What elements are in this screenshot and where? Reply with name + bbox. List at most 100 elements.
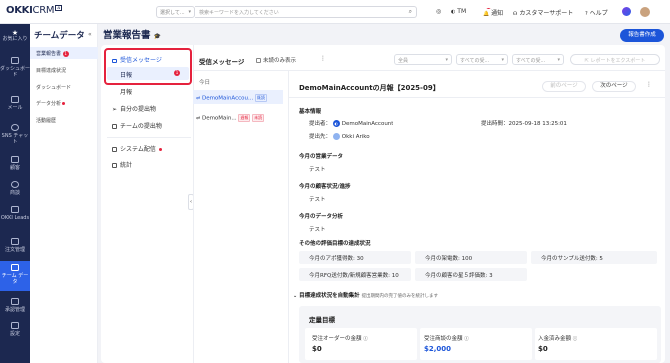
- auto-summary-toggle[interactable]: ⌄ 目標達成状況を自動集計 提出期間内の完了値のみを統計します: [293, 291, 438, 299]
- settings-sliders-icon: [11, 322, 19, 329]
- sidebar-title: チームデータ: [34, 31, 85, 41]
- menu-team-submissions[interactable]: チームの提出物: [112, 121, 162, 130]
- recipient-row: 提出先： Okki Ariko: [309, 133, 370, 140]
- export-report-button[interactable]: ⇱ レポートをエクスポート: [570, 54, 660, 65]
- avatar: ◐: [332, 120, 340, 127]
- section-heading: 今月の顧客状況/進捗: [299, 184, 351, 190]
- avatar: [332, 133, 340, 140]
- user-avatar[interactable]: [640, 7, 650, 17]
- nav-favorites[interactable]: ★ お気に入り: [0, 30, 30, 43]
- more-options-icon[interactable]: ⋮: [320, 55, 326, 62]
- search-scope-select[interactable]: 選択して... ▾: [156, 6, 195, 18]
- basic-info-heading: 基本情報: [299, 109, 322, 115]
- nav-mail[interactable]: メール: [0, 96, 30, 111]
- section-heading: 今月のデータ分析: [299, 214, 344, 220]
- list-item[interactable]: ⇌ DemoMainAccou... 既読: [193, 90, 283, 104]
- sidebar-item-goal-status[interactable]: 目標達成状況: [30, 64, 98, 76]
- chevron-down-icon: ▾: [188, 9, 191, 15]
- status-badge: 未読: [252, 114, 265, 122]
- eval-item: 今月の架電数: 100: [415, 251, 527, 264]
- page-title: 営業報告書 🎓: [103, 30, 162, 41]
- nav-dashboard[interactable]: ダッシュボード: [0, 57, 30, 78]
- approval-icon: [11, 298, 19, 305]
- sidebar-item-data-analysis[interactable]: データ分析: [30, 97, 98, 109]
- chart-icon: [112, 162, 117, 168]
- dashboard-icon: [11, 57, 19, 64]
- chevron-down-icon: ▾: [445, 57, 448, 63]
- notification-button[interactable]: 🔔1 通知: [483, 8, 503, 17]
- sidebar-item-dashboard[interactable]: ダッシュボード: [30, 81, 98, 93]
- kpi-card: [535, 328, 657, 360]
- next-page-button[interactable]: 次のページ: [592, 81, 636, 92]
- section-value: テスト: [309, 197, 326, 203]
- menu-my-submissions[interactable]: ➢ 自分の提出物: [112, 104, 156, 113]
- status-badge: 既読: [254, 94, 267, 102]
- kpi-label: 受注オーダーの金額 ⓘ: [312, 336, 368, 342]
- checkbox[interactable]: [256, 57, 261, 63]
- eval-item: 今月RFQ送付数/新規顧客営業数: 10: [299, 268, 411, 281]
- nav-customers[interactable]: 顧客: [0, 156, 30, 171]
- menu-system-delivery[interactable]: システム配信: [112, 144, 162, 153]
- search-input[interactable]: 検索キーワードを入力してください ⌕: [195, 6, 417, 18]
- new-dot: [62, 102, 66, 105]
- team-data-icon: [11, 264, 19, 271]
- headset-icon: ☊: [513, 11, 518, 17]
- highlight-annotation-box: [104, 48, 192, 85]
- type-badge: 週報: [238, 114, 251, 122]
- menu-monthly[interactable]: 月報: [120, 87, 132, 96]
- chevron-down-icon: ⌄: [293, 293, 298, 299]
- order-icon: [11, 238, 19, 245]
- nav-approvals[interactable]: 承認管理: [0, 298, 30, 313]
- unread-only-toggle[interactable]: 未読のみ表示: [256, 56, 296, 64]
- nav-settings[interactable]: 設定: [0, 322, 30, 337]
- header-divider: [193, 70, 665, 71]
- detail-divider: [289, 97, 665, 98]
- bell-icon: 🔔: [483, 11, 490, 17]
- customer-icon: [11, 156, 19, 163]
- submitter-row: 提出者： ◐ DemoMainAccount: [309, 120, 394, 127]
- team-switcher[interactable]: ◐ TM: [451, 8, 466, 15]
- list-header: 受信メッセージ: [199, 58, 245, 66]
- nav-orders[interactable]: 注文管理: [0, 238, 30, 253]
- prev-page-button[interactable]: 前のページ: [542, 81, 586, 92]
- sidebar-item-sales-report[interactable]: 営業報告書 1: [30, 47, 98, 59]
- settings-icon[interactable]: ◎: [436, 8, 441, 15]
- menu-divider: [107, 137, 191, 138]
- new-dot: [158, 148, 162, 151]
- ai-assistant-icon[interactable]: [622, 7, 631, 16]
- group-today: 今日: [199, 80, 211, 86]
- nav-team-data[interactable]: チーム データ: [0, 261, 30, 291]
- team-icon: ◐: [451, 9, 456, 15]
- menu-statistics[interactable]: 統計: [112, 160, 132, 169]
- help-link[interactable]: ? ヘルプ: [585, 8, 608, 17]
- kpi-value: $0: [312, 345, 322, 353]
- help-icon: ?: [585, 11, 588, 17]
- leads-icon: [11, 206, 19, 213]
- list-item[interactable]: ⇌ DemoMain... 週報 未読: [193, 110, 283, 124]
- date-filter[interactable]: すべての受... ▾: [456, 54, 508, 65]
- nav-deals[interactable]: 商談: [0, 181, 30, 196]
- info-icon: ⓘ: [464, 337, 469, 342]
- submit-time-row: 提出時間：2025-09-18 13:25:01: [481, 121, 567, 127]
- notification-badge: 1: [486, 8, 491, 9]
- nav-sns-chat[interactable]: SNS チャット: [0, 124, 30, 145]
- support-link[interactable]: ☊ カスタマーサポート: [513, 8, 573, 17]
- section-value: テスト: [309, 227, 326, 233]
- system-icon: [112, 146, 117, 152]
- create-report-button[interactable]: 報告書作成: [620, 29, 664, 42]
- eval-item: 今月のサンプル送付数: 5: [531, 251, 657, 264]
- kpi-value[interactable]: $2,000: [424, 345, 451, 353]
- app-logo[interactable]: OKKICRM AI: [6, 5, 63, 16]
- sidebar-item-activity-history[interactable]: 活動履歴: [30, 114, 98, 126]
- eval-heading: その他の評価目標の達成状況: [299, 241, 371, 247]
- section-value: テスト: [309, 167, 326, 173]
- info-icon: ⓘ: [572, 337, 578, 342]
- member-filter[interactable]: 全員 ▾: [394, 54, 452, 65]
- chevron-down-icon: ▾: [501, 57, 504, 63]
- send-icon: ➢: [112, 106, 118, 113]
- nav-okki-leads[interactable]: OKKI Leads: [0, 206, 30, 221]
- date-filter-2[interactable]: すべての受... ▾: [512, 54, 564, 65]
- mail-icon: [11, 96, 19, 103]
- collapse-sidebar-icon[interactable]: «: [88, 31, 92, 38]
- more-options-icon[interactable]: ⋮: [646, 81, 652, 88]
